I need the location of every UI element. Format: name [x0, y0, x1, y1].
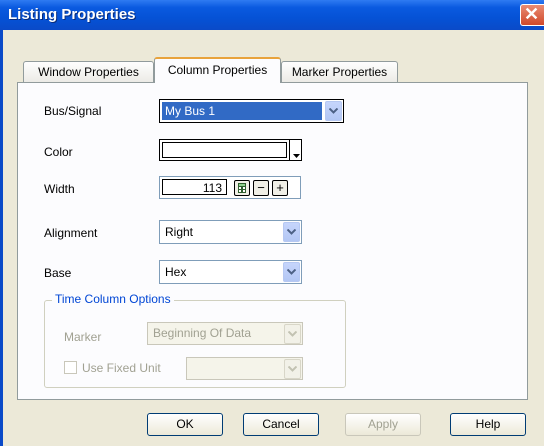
- width-field[interactable]: 113 − +: [159, 176, 301, 199]
- chevron-down-icon[interactable]: [283, 222, 300, 242]
- chevron-down-icon[interactable]: [293, 147, 300, 161]
- width-label: Width: [44, 182, 75, 196]
- close-button[interactable]: ✕: [520, 4, 544, 26]
- close-icon: ✕: [524, 4, 540, 24]
- marker-value: Beginning Of Data: [153, 326, 252, 340]
- ok-button[interactable]: OK: [147, 413, 223, 436]
- base-label: Base: [44, 266, 72, 280]
- tab-marker-properties[interactable]: Marker Properties: [281, 61, 398, 82]
- calculator-icon: [238, 183, 246, 193]
- use-fixed-unit-label: Use Fixed Unit: [82, 361, 161, 375]
- tab-column-properties[interactable]: Column Properties: [154, 57, 281, 83]
- bus-signal-value: My Bus 1: [165, 104, 216, 118]
- increment-button[interactable]: +: [272, 180, 288, 196]
- window-title: Listing Properties: [8, 6, 136, 23]
- cancel-button[interactable]: Cancel: [243, 413, 319, 436]
- help-button[interactable]: Help: [450, 413, 526, 436]
- width-value: 113: [202, 181, 222, 195]
- chevron-down-icon[interactable]: [284, 359, 301, 379]
- alignment-label: Alignment: [44, 226, 98, 240]
- base-value: Hex: [165, 265, 187, 279]
- tab-window-properties[interactable]: Window Properties: [23, 61, 154, 82]
- chevron-down-icon[interactable]: [284, 324, 301, 344]
- alignment-value: Right: [165, 225, 194, 239]
- apply-button[interactable]: Apply: [345, 413, 421, 436]
- color-swatch: [162, 142, 287, 158]
- chevron-down-icon[interactable]: [325, 101, 342, 121]
- bus-signal-label: Bus/Signal: [44, 104, 102, 118]
- decrement-button[interactable]: −: [253, 180, 269, 196]
- chevron-down-icon[interactable]: [283, 262, 300, 282]
- color-picker[interactable]: [159, 139, 302, 161]
- bus-signal-select[interactable]: My Bus 1: [159, 99, 344, 123]
- divider: [289, 140, 290, 160]
- alignment-select[interactable]: Right: [159, 220, 302, 244]
- color-label: Color: [44, 145, 73, 159]
- calculator-button[interactable]: [234, 180, 250, 196]
- time-column-group-title: Time Column Options: [52, 292, 174, 306]
- marker-label: Marker: [64, 330, 102, 344]
- width-input[interactable]: 113: [162, 179, 227, 195]
- fixed-unit-select[interactable]: [186, 357, 303, 380]
- marker-select[interactable]: Beginning Of Data: [147, 322, 303, 345]
- base-select[interactable]: Hex: [159, 260, 302, 284]
- use-fixed-unit-checkbox[interactable]: [64, 361, 77, 374]
- window-border: [0, 30, 3, 446]
